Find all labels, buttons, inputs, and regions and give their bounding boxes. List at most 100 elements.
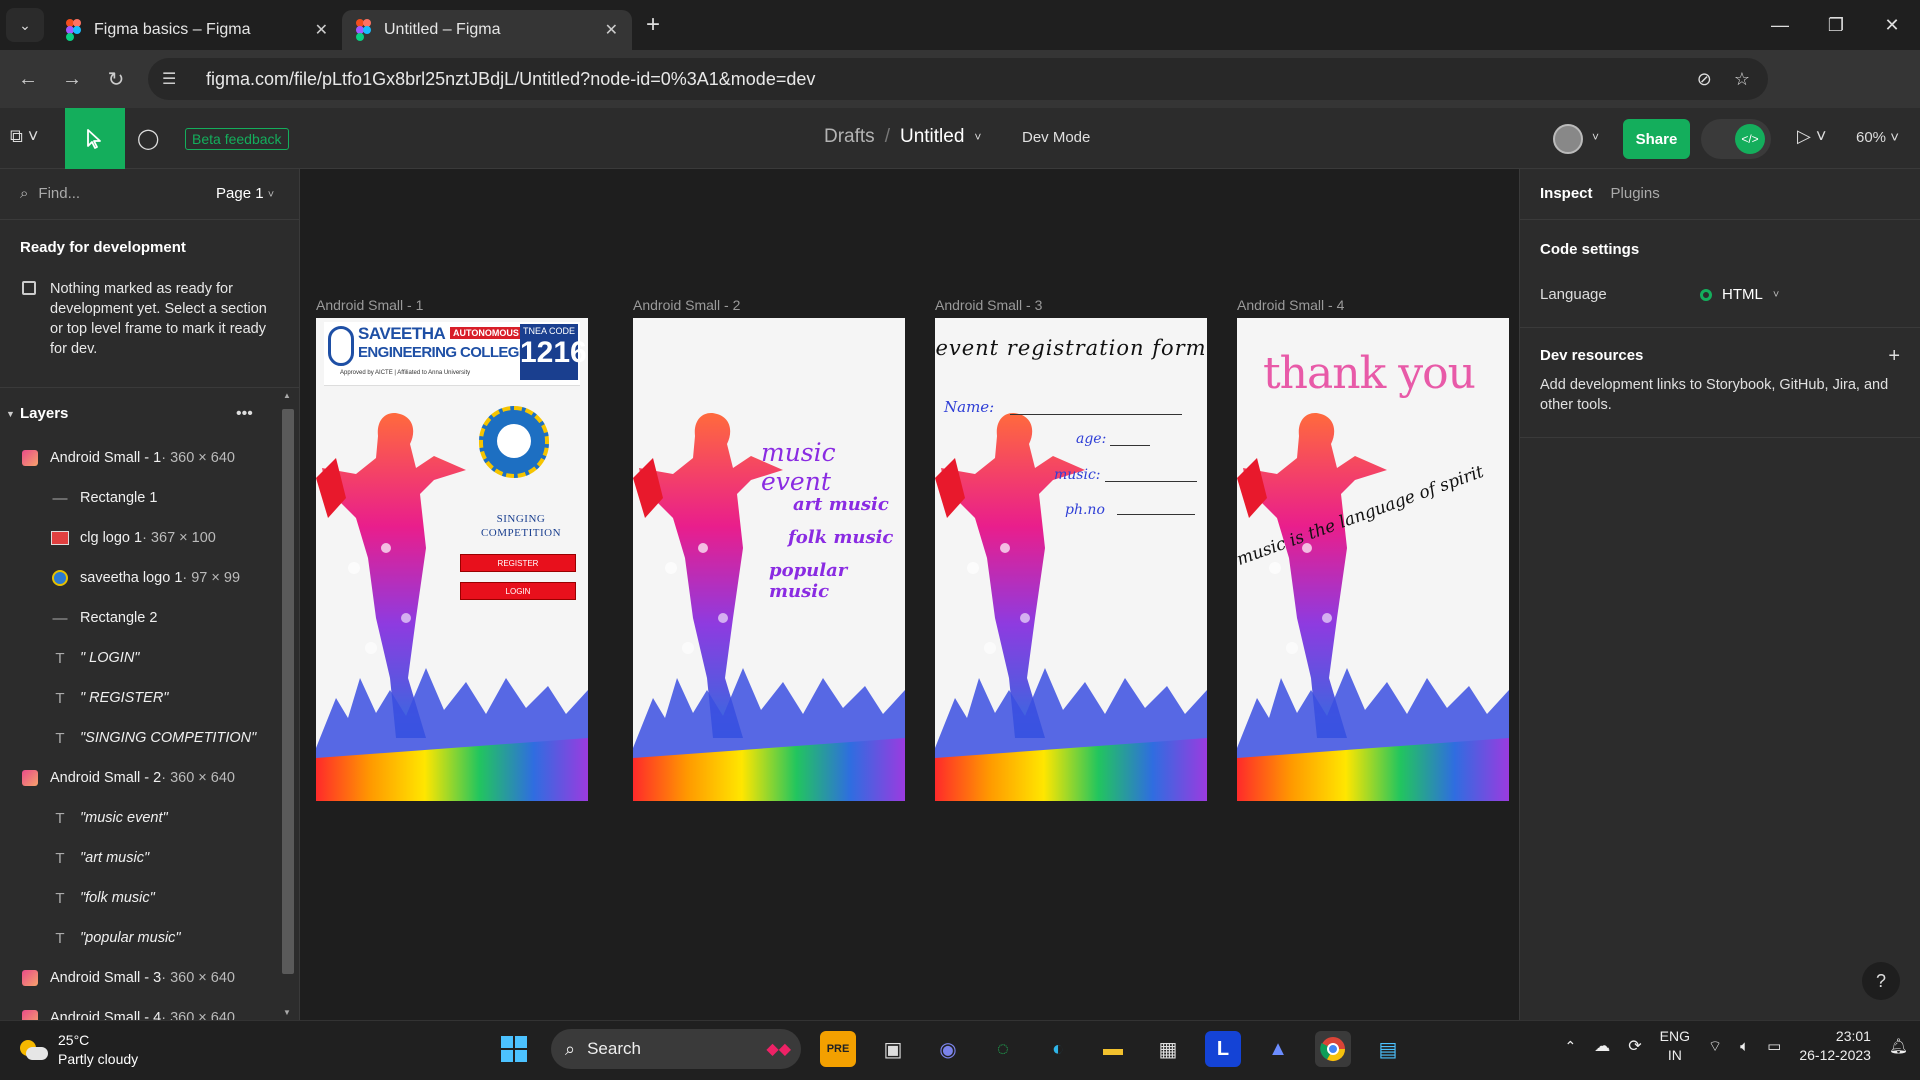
form-title: event registration form: [935, 336, 1207, 360]
notepad-icon[interactable]: ▤: [1370, 1031, 1406, 1067]
user-avatar[interactable]: [1553, 124, 1583, 154]
language-indicator[interactable]: ENG IN: [1660, 1027, 1690, 1065]
taskbar-search[interactable]: ⌕ Search ◆◆: [551, 1029, 801, 1069]
store-icon[interactable]: ▦: [1150, 1031, 1186, 1067]
no-tracking-icon[interactable]: ⊘: [1697, 69, 1712, 90]
frame-label[interactable]: Android Small - 4: [1237, 297, 1344, 313]
tab-inspect[interactable]: Inspect: [1540, 185, 1593, 202]
layer-item[interactable]: T "music event": [0, 798, 280, 838]
scroll-up-icon[interactable]: ▲: [283, 391, 291, 400]
wifi-icon[interactable]: ⌔: [1708, 1037, 1722, 1056]
frame-label[interactable]: Android Small - 3: [935, 297, 1042, 313]
volume-icon[interactable]: 🔈︎: [1740, 1038, 1749, 1055]
video-call-icon[interactable]: ◉: [930, 1031, 966, 1067]
divider: [1520, 219, 1920, 220]
chevron-down-icon[interactable]: ˅: [974, 130, 981, 144]
minimize-icon[interactable]: —: [1752, 15, 1808, 36]
layer-item[interactable]: — Rectangle 2: [0, 598, 280, 638]
language-select[interactable]: HTML ˅: [1700, 286, 1779, 303]
music-input-line[interactable]: [1105, 481, 1197, 482]
phone-input-line[interactable]: [1117, 514, 1195, 515]
show-hidden-icons-icon[interactable]: ⌃: [1565, 1038, 1577, 1055]
add-resource-icon[interactable]: +: [1888, 345, 1900, 368]
scroll-down-icon[interactable]: ▼: [283, 1008, 291, 1017]
tab-search-button[interactable]: ⌄: [6, 8, 44, 42]
frame-layer-icon: [20, 769, 40, 787]
browser-tab-active[interactable]: Untitled – Figma ✕: [342, 10, 632, 50]
comment-icon[interactable]: ◯: [137, 126, 159, 151]
refresh-app-icon[interactable]: ◌: [985, 1031, 1021, 1067]
design-canvas[interactable]: Android Small - 1 Android Small - 2 Andr…: [301, 169, 1518, 1020]
more-options-icon[interactable]: •••: [236, 405, 253, 423]
notification-bell-icon[interactable]: 🔔︎: [1889, 1037, 1908, 1055]
layer-item[interactable]: T " REGISTER": [0, 678, 280, 718]
task-view-icon[interactable]: ▣: [875, 1031, 911, 1067]
move-tool-button[interactable]: [65, 108, 125, 169]
zoom-level[interactable]: 60% ˅: [1856, 129, 1899, 146]
scrollbar-thumb[interactable]: [282, 409, 294, 974]
layer-frame[interactable]: Android Small - 3 · 360 × 640: [0, 958, 280, 998]
site-settings-icon[interactable]: ☰: [162, 69, 190, 89]
beta-feedback-button[interactable]: Beta feedback: [185, 128, 289, 150]
layer-item[interactable]: saveetha logo 1 · 97 × 99: [0, 558, 280, 598]
android-frame-4[interactable]: thank you music is the language of spiri…: [1237, 318, 1509, 801]
windows-start-icon[interactable]: [496, 1031, 532, 1067]
back-icon[interactable]: ←: [6, 68, 50, 91]
layer-item[interactable]: T "folk music": [0, 878, 280, 918]
collapse-caret-icon[interactable]: ▼: [6, 409, 15, 419]
edge-browser-icon[interactable]: ◐: [1040, 1031, 1076, 1067]
sync-icon[interactable]: ⟳: [1628, 1036, 1641, 1056]
battery-icon[interactable]: ▭: [1767, 1037, 1781, 1055]
dev-mode-toggle[interactable]: </>: [1701, 119, 1771, 159]
android-frame-2[interactable]: music event art music folk music popular…: [633, 318, 905, 801]
tab-close-icon[interactable]: ✕: [315, 20, 328, 40]
college-name-line1: SAVEETHA: [358, 324, 446, 343]
layer-item[interactable]: T " LOGIN": [0, 638, 280, 678]
frame-label[interactable]: Android Small - 1: [316, 297, 423, 313]
file-name[interactable]: Untitled: [900, 126, 964, 148]
breadcrumb-drafts[interactable]: Drafts: [824, 126, 875, 148]
art-shape: [1237, 458, 1267, 518]
browser-tab[interactable]: Figma basics – Figma ✕: [52, 10, 342, 50]
layer-item[interactable]: — Rectangle 1: [0, 478, 280, 518]
frame-label[interactable]: Android Small - 2: [633, 297, 740, 313]
layer-item[interactable]: T "art music": [0, 838, 280, 878]
new-tab-icon[interactable]: +: [646, 11, 660, 39]
layers-scrollbar[interactable]: ▲ ▼: [281, 389, 295, 1019]
file-explorer-icon[interactable]: ▬: [1095, 1031, 1131, 1067]
layer-item[interactable]: T "popular music": [0, 918, 280, 958]
layer-frame[interactable]: Android Small - 1 · 360 × 640: [0, 438, 280, 478]
chrome-icon[interactable]: [1315, 1031, 1351, 1067]
age-input-line[interactable]: [1110, 445, 1150, 446]
bookmark-star-icon[interactable]: ☆: [1734, 69, 1750, 90]
main-menu-icon[interactable]: ⧉ ˅: [10, 126, 38, 147]
forward-icon[interactable]: →: [50, 68, 94, 91]
layer-item[interactable]: T "SINGING COMPETITION": [0, 718, 280, 758]
android-frame-1[interactable]: SAVEETHA AUTONOMOUS ENGINEERING COLLEGE …: [316, 318, 588, 801]
name-input-line[interactable]: [1010, 414, 1182, 415]
restore-icon[interactable]: ❐: [1808, 15, 1864, 36]
find-input[interactable]: ⌕ Find...: [20, 185, 80, 202]
share-button[interactable]: Share: [1623, 119, 1690, 159]
app-icon[interactable]: PRE: [820, 1031, 856, 1067]
chevron-down-icon[interactable]: ˅: [1592, 130, 1599, 144]
login-button[interactable]: LOGIN: [460, 582, 576, 600]
android-frame-3[interactable]: event registration form Name: age: music…: [935, 318, 1207, 801]
tab-close-icon[interactable]: ✕: [605, 20, 618, 40]
arc-app-icon[interactable]: ▲: [1260, 1031, 1296, 1067]
url-input[interactable]: ☰ figma.com/file/pLtfo1Gx8brl25nztJBdjL/…: [148, 58, 1768, 100]
help-button[interactable]: ?: [1862, 962, 1900, 1000]
onedrive-cloud-icon[interactable]: ☁: [1594, 1036, 1610, 1056]
layer-item[interactable]: clg logo 1 · 367 × 100: [0, 518, 280, 558]
register-button[interactable]: REGISTER: [460, 554, 576, 572]
weather-widget[interactable]: 25°C Partly cloudy: [18, 1031, 138, 1069]
present-play-icon[interactable]: ▷ ˅: [1797, 126, 1826, 147]
reload-icon[interactable]: ↻: [94, 67, 138, 92]
tab-plugins[interactable]: Plugins: [1611, 185, 1660, 202]
close-window-icon[interactable]: ✕: [1864, 15, 1920, 36]
saveetha-logo-icon: [479, 406, 549, 478]
clock[interactable]: 23:01 26-12-2023: [1799, 1027, 1871, 1065]
l-app-icon[interactable]: L: [1205, 1031, 1241, 1067]
layer-frame[interactable]: Android Small - 2 · 360 × 640: [0, 758, 280, 798]
page-selector[interactable]: Page 1 ˅: [216, 185, 274, 202]
